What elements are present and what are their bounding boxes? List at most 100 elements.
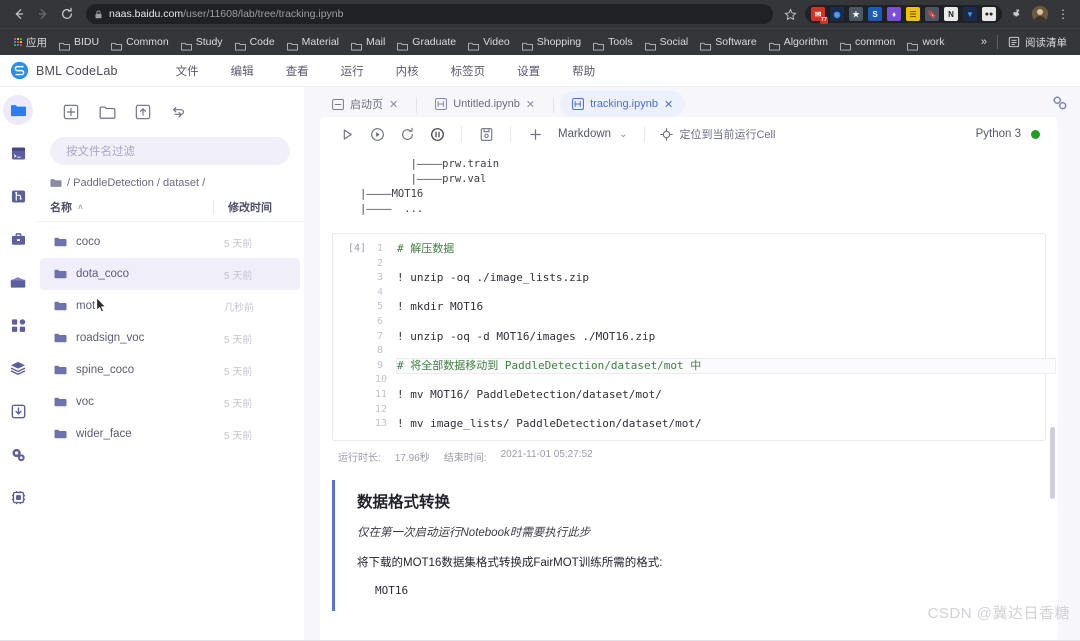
s-extension-icon[interactable]: S (868, 7, 882, 21)
file-filter-input[interactable]: 按文件名过滤 (50, 137, 290, 165)
bookmarks-divider (997, 35, 998, 49)
layers-icon (10, 361, 26, 375)
bookmarks-overflow-button[interactable]: » (976, 36, 992, 48)
cell-type-select[interactable]: Markdown ⌄ (550, 128, 635, 140)
add-cell-button[interactable] (520, 119, 550, 149)
menu-kernel[interactable]: 内核 (380, 63, 435, 79)
code-cell[interactable]: [4] 1 # 解压数据 2 3 ! unzip -oq ./image_lists… (332, 233, 1056, 441)
sidebar-item-extensions[interactable] (3, 310, 33, 340)
bookmark-mail[interactable]: Mail (345, 34, 391, 51)
bookmark-tools[interactable]: Tools (587, 34, 639, 51)
save-notebook-button[interactable] (471, 119, 501, 149)
tab-tracking-ipynb[interactable]: tracking.ipynb ✕ (560, 91, 686, 117)
cell-source[interactable]: 1 # 解压数据 2 3 ! unzip -oq ./image_lists.zip… (375, 234, 1056, 440)
notes-extension-icon[interactable]: ☰ (906, 7, 920, 21)
address-bar[interactable]: naas.baidu.com/user/11608/lab/tree/track… (86, 4, 773, 24)
tab-close-icon[interactable]: ✕ (664, 98, 673, 111)
file-row-coco[interactable]: coco 5 天前 (40, 226, 300, 258)
menu-settings[interactable]: 设置 (501, 63, 556, 79)
menu-help[interactable]: 帮助 (556, 63, 611, 79)
markdown-cell[interactable]: 数据格式转换 仅在第一次启动运行Notebook时需要执行此步 将下载的MOT1… (332, 479, 1046, 611)
file-row-spine-coco[interactable]: spine_coco 5 天前 (40, 354, 300, 386)
bookmark-social[interactable]: Social (639, 34, 695, 51)
file-row-dota-coco[interactable]: dota_coco 5 天前 (40, 258, 300, 290)
reading-list-icon (1008, 36, 1020, 48)
column-header-modified[interactable]: 修改时间 (228, 199, 290, 215)
circle-extension-icon[interactable]: ◉ (830, 7, 844, 21)
bookmark-common[interactable]: Common (105, 34, 175, 51)
bookmark-video[interactable]: Video (462, 34, 516, 51)
bookmark-work[interactable]: work (901, 34, 950, 51)
bookmark-software[interactable]: Software (694, 34, 762, 51)
bookmark-graduate[interactable]: Graduate (391, 34, 462, 51)
forward-button[interactable] (32, 3, 54, 25)
profile-avatar[interactable] (1032, 6, 1048, 22)
glasses-extension-icon[interactable]: ●● (982, 7, 996, 21)
interrupt-kernel-button[interactable] (422, 119, 452, 149)
menu-edit[interactable]: 编辑 (215, 63, 270, 79)
tab-untitled-ipynb[interactable]: Untitled.ipynb ✕ (423, 91, 547, 117)
run-cell-button[interactable] (332, 119, 362, 149)
new-launcher-button[interactable] (58, 99, 84, 125)
file-row-wider-face[interactable]: wider_face 5 天前 (40, 418, 300, 450)
bookmark-material[interactable]: Material (281, 34, 345, 51)
file-browser-toolbar (36, 93, 304, 129)
bookmark-common-2[interactable]: common (834, 34, 901, 51)
bookmark-study[interactable]: Study (175, 34, 229, 51)
kernel-indicator[interactable]: Python 3 (976, 128, 1046, 140)
cube-extension-icon[interactable]: ♦ (887, 7, 901, 21)
bookmark-shopping[interactable]: Shopping (516, 34, 587, 51)
upload-button[interactable] (130, 99, 156, 125)
sidebar-item-toolbox[interactable] (3, 224, 33, 254)
sidebar-item-gpu[interactable] (3, 482, 33, 512)
restart-kernel-button[interactable] (392, 119, 422, 149)
file-row-voc[interactable]: voc 5 天前 (40, 386, 300, 418)
notion-extension-icon[interactable]: N (944, 7, 958, 21)
column-header-name[interactable]: 名称 ˄ (50, 199, 213, 215)
bookmark-bidu[interactable]: BIDU (53, 34, 105, 51)
file-row-mot[interactable]: mot 几秒前 (40, 290, 300, 322)
kebab-menu-icon[interactable]: ⋮ (1054, 5, 1072, 23)
settings-gear-icon[interactable] (1052, 95, 1068, 116)
run-all-button[interactable] (362, 119, 392, 149)
bookmark-code[interactable]: Code (229, 34, 281, 51)
file-row-roadsign-voc[interactable]: roadsign_voc 5 天前 (40, 322, 300, 354)
menu-run[interactable]: 运行 (325, 63, 380, 79)
reading-list-button[interactable]: 阅读清单 (1003, 33, 1072, 52)
star-extension-icon[interactable]: ★ (849, 7, 863, 21)
bookmark-algorithm[interactable]: Algorithm (763, 34, 834, 51)
locate-running-cell-button[interactable]: 定位到当前运行Cell (654, 126, 781, 142)
menu-tabs[interactable]: 标签页 (435, 63, 502, 79)
sidebar-item-ai[interactable] (3, 439, 33, 469)
tab-close-icon[interactable]: ✕ (389, 98, 398, 111)
tab-launcher[interactable]: 启动页 ✕ (320, 91, 410, 117)
reload-button[interactable] (56, 3, 78, 25)
notebook-scrollbar[interactable] (1050, 427, 1055, 499)
menu-file[interactable]: 文件 (160, 63, 215, 79)
sidebar-item-mail[interactable] (3, 267, 33, 297)
sidebar-item-download[interactable] (3, 396, 33, 426)
bookmark-label: Code (249, 36, 275, 48)
folder-icon (468, 38, 479, 51)
sidebar-item-file-browser[interactable] (3, 95, 33, 125)
new-folder-button[interactable] (94, 99, 120, 125)
sidebar-item-running[interactable] (3, 138, 33, 168)
notebook-scroll-area[interactable]: |————prw.train |————prw.val |————MOT16 |… (320, 151, 1058, 640)
bookmark-apps[interactable]: 应用 (8, 33, 53, 52)
sidebar-item-git[interactable] (3, 181, 33, 211)
sidebar-item-layers[interactable] (3, 353, 33, 383)
line-number: 7 (376, 330, 383, 342)
menu-view[interactable]: 查看 (270, 63, 325, 79)
bookmark-extension-icon[interactable]: 🔖 (925, 7, 939, 21)
bookmark-star-icon[interactable] (781, 5, 799, 23)
tab-close-icon[interactable]: ✕ (526, 98, 535, 111)
refresh-file-list-button[interactable] (166, 99, 192, 125)
diamond-extension-icon[interactable]: ▼ (963, 7, 977, 21)
breadcrumb[interactable]: / PaddleDetection / dataset / (36, 165, 304, 195)
folder-icon (907, 38, 919, 51)
puzzle-icon[interactable] (1008, 5, 1026, 23)
icon-rail (0, 87, 36, 640)
brand-name: BML CodeLab (36, 63, 118, 78)
back-button[interactable] (8, 3, 30, 25)
mail-extension-icon[interactable]: ✉ 77 (811, 7, 828, 24)
